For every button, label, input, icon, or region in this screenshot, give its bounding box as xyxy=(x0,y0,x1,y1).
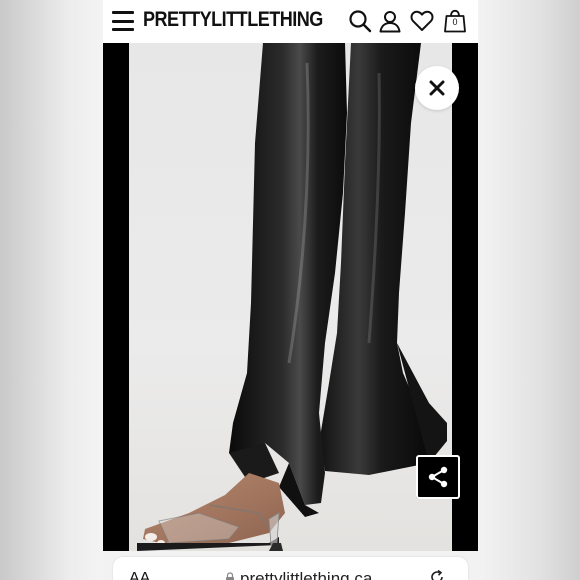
product-image-gallery[interactable] xyxy=(103,43,478,551)
text-size-button[interactable]: AA xyxy=(129,570,150,580)
cart-count: 0 xyxy=(452,17,458,27)
share-icon xyxy=(428,466,448,488)
site-header: PRETTYLITTLETHING 0 xyxy=(103,0,478,43)
reload-icon[interactable] xyxy=(429,569,445,580)
product-photo-illustration xyxy=(137,43,447,551)
close-icon xyxy=(429,80,445,96)
phone-screen: PRETTYLITTLETHING 0 AA prettylittlething… xyxy=(103,0,478,580)
lock-icon xyxy=(226,572,234,580)
heart-icon[interactable] xyxy=(410,9,434,33)
bag-icon[interactable]: 0 xyxy=(443,9,467,33)
background-right xyxy=(478,0,580,580)
url-field[interactable]: AA prettylittlething.ca xyxy=(113,557,468,580)
site-logo[interactable]: PRETTYLITTLETHING xyxy=(143,8,323,32)
close-button[interactable] xyxy=(415,66,459,110)
url-text[interactable]: prettylittlething.ca xyxy=(240,569,372,580)
search-icon[interactable] xyxy=(348,9,372,33)
product-photo[interactable] xyxy=(129,43,452,551)
account-icon[interactable] xyxy=(378,9,402,33)
browser-address-bar: AA prettylittlething.ca xyxy=(103,551,478,580)
menu-icon[interactable] xyxy=(112,11,134,31)
share-button[interactable] xyxy=(416,455,460,499)
